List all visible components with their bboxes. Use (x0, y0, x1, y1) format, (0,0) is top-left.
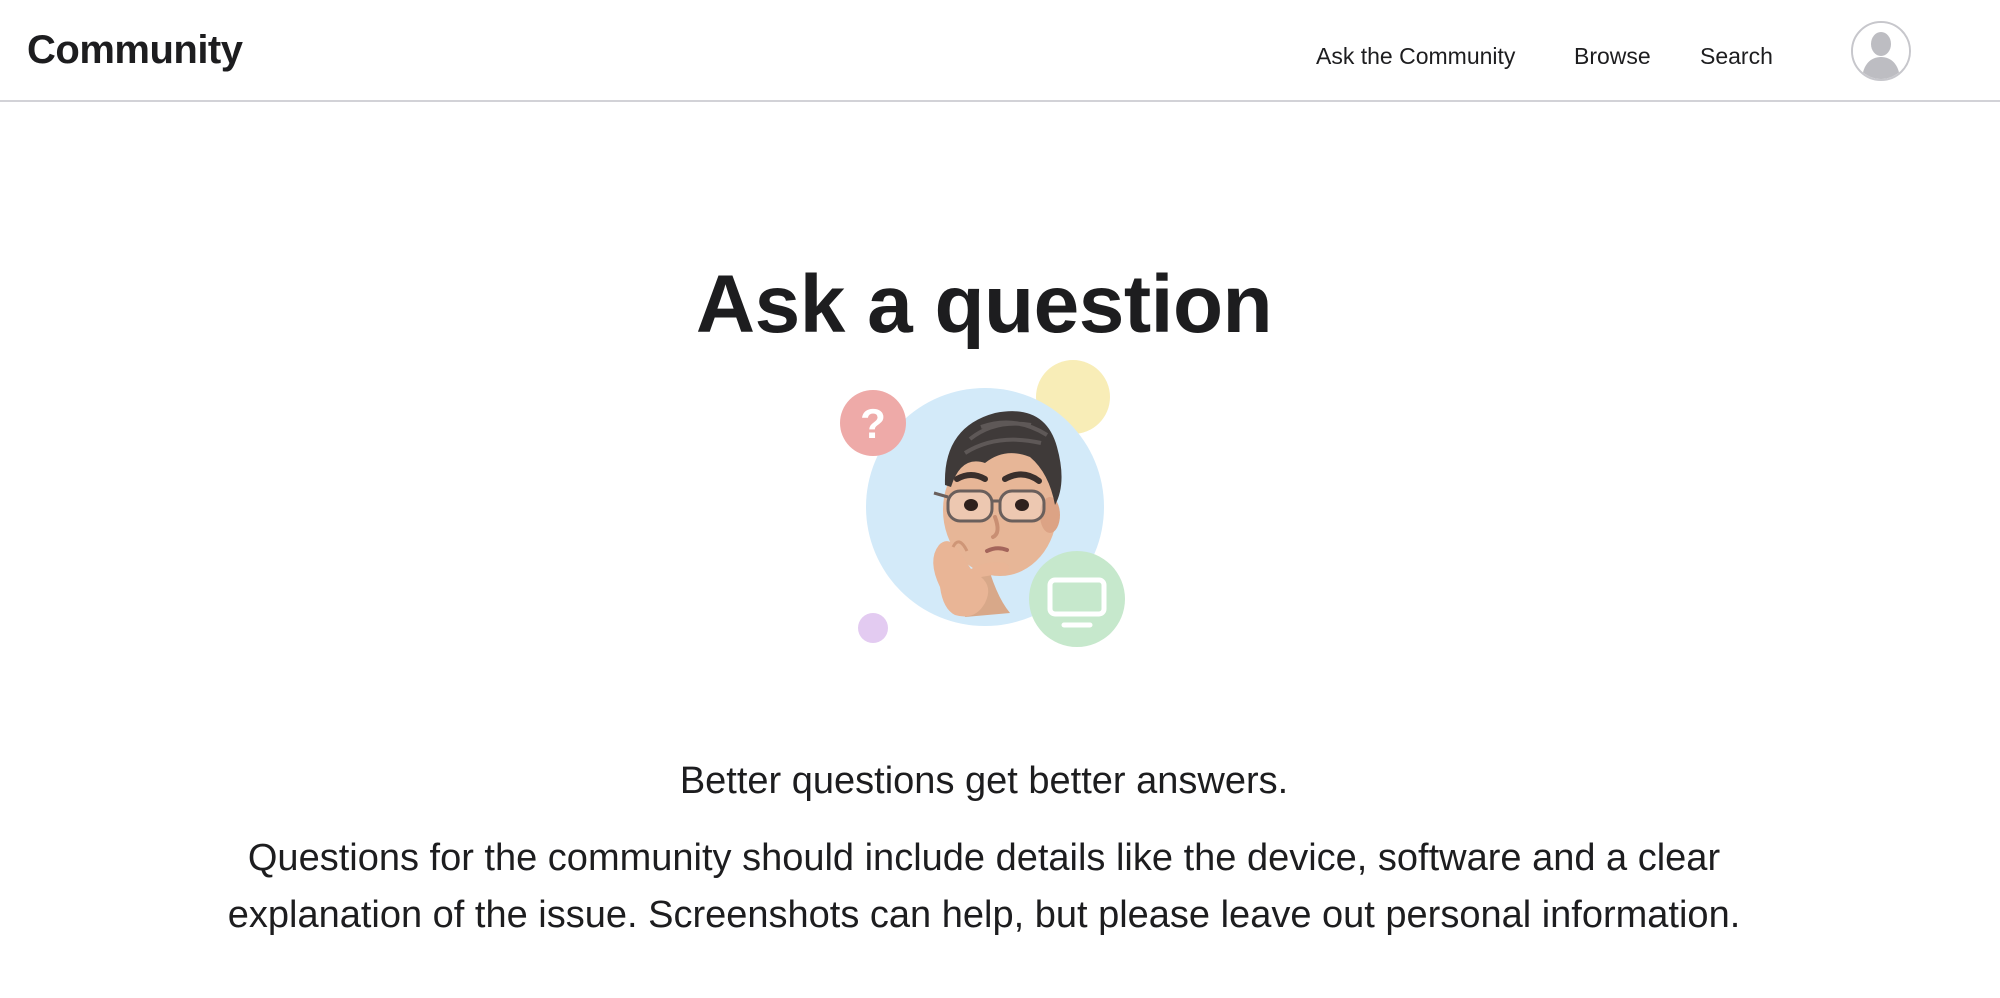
subtitle: Better questions get better answers. (679, 760, 1289, 802)
monitor-bubble (1029, 551, 1125, 647)
illustration-canvas: ? (840, 360, 1125, 647)
ask-question-illustration: ? (835, 355, 1135, 655)
top-navigation-bar: Community Ask the Community Browse Searc… (0, 0, 2000, 102)
question-mark-icon: ? (860, 400, 886, 447)
page-title: Ask a question (695, 258, 1273, 350)
nav-browse-link[interactable]: Browse (1574, 38, 1651, 74)
primary-nav: Ask the Community Browse Search (0, 38, 2000, 74)
nav-ask-the-community-link[interactable]: Ask the Community (1316, 38, 1515, 74)
guidance-description: Questions for the community should inclu… (227, 837, 1741, 936)
user-avatar-button[interactable] (1851, 21, 1911, 81)
purple-bubble (858, 613, 888, 643)
nav-search-link[interactable]: Search (1700, 38, 1773, 74)
user-silhouette-icon (1853, 23, 1909, 79)
